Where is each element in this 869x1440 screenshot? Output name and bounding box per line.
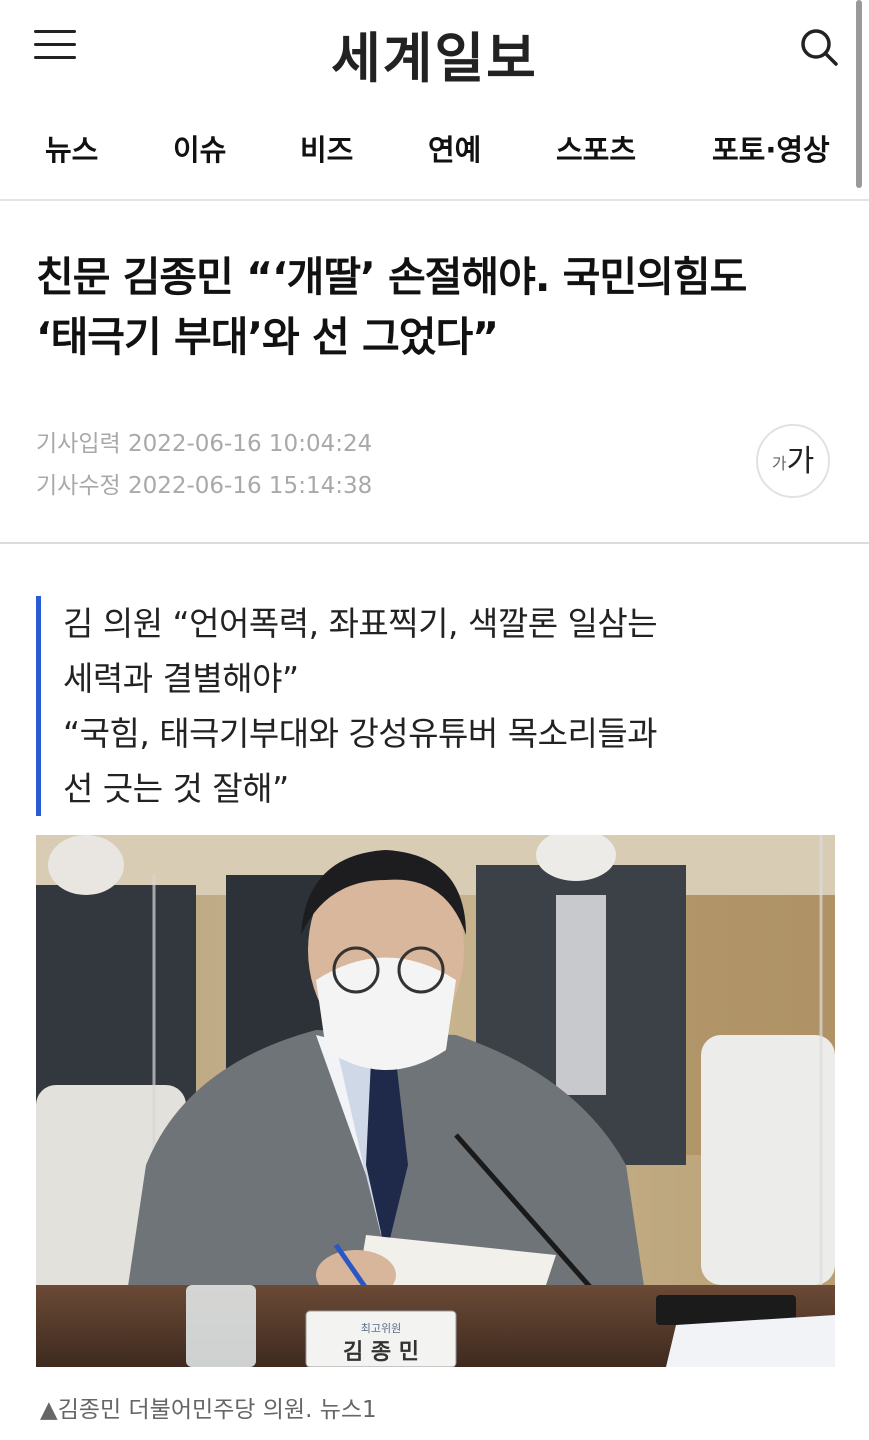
search-icon[interactable] [798,26,840,68]
summary-line: 세력과 결별해야” [63,659,299,698]
article-summary: 김 의원 “언어폭력, 좌표찍기, 색깔론 일삼는 세력과 결별해야” “국힘,… [36,596,846,816]
site-logo[interactable]: 세계일보 [0,14,869,93]
nav-item-photo-video[interactable]: 포토·영상 [712,127,830,169]
nav-item-issue[interactable]: 이슈 [173,127,226,169]
top-bar: 세계일보 [0,0,869,95]
headline-line: ‘태극기 부대’와 선 그었다” [36,313,499,361]
modified-date: 기사수정 2022-06-16 15:14:38 [36,473,373,499]
summary-line: 김 의원 “언어폭력, 좌표찍기, 색깔론 일삼는 [63,604,658,643]
summary-line: “국힘, 태극기부대와 강성유튜버 목소리들과 [63,714,658,753]
published-date: 기사입력 2022-06-16 10:04:24 [36,431,373,457]
headline-line: 친문 김종민 “‘개딸’ 손절해야. 국민의힘도 [36,253,747,301]
nameplate-title: 최고위원 [361,1322,401,1335]
section-divider [0,542,869,544]
article-headline: 친문 김종민 “‘개딸’ 손절해야. 국민의힘도 ‘태극기 부대’와 선 그었다… [36,247,846,367]
font-size-button[interactable]: 가가 [756,424,830,498]
nav-item-news[interactable]: 뉴스 [45,127,98,169]
article-photo[interactable]: 최고위원 김 종 민 [36,835,835,1367]
photo-illustration: 최고위원 김 종 민 [36,835,835,1367]
triangle-up-icon: ▲ [40,1397,58,1423]
summary-line: 선 긋는 것 잘해” [63,769,289,808]
font-size-large-label: 가 [786,444,815,479]
caption-text: 김종민 더불어민주당 의원. 뉴스1 [57,1397,377,1423]
category-nav: 뉴스 이슈 비즈 연예 스포츠 포토·영상 [0,95,869,201]
nameplate-name: 김 종 민 [343,1340,419,1365]
nav-item-sports[interactable]: 스포츠 [556,127,636,169]
nav-item-biz[interactable]: 비즈 [300,127,353,169]
photo-caption: ▲김종민 더불어민주당 의원. 뉴스1 [40,1390,377,1424]
font-size-small-label: 가 [771,454,787,473]
nav-item-entertainment[interactable]: 연예 [428,127,481,169]
